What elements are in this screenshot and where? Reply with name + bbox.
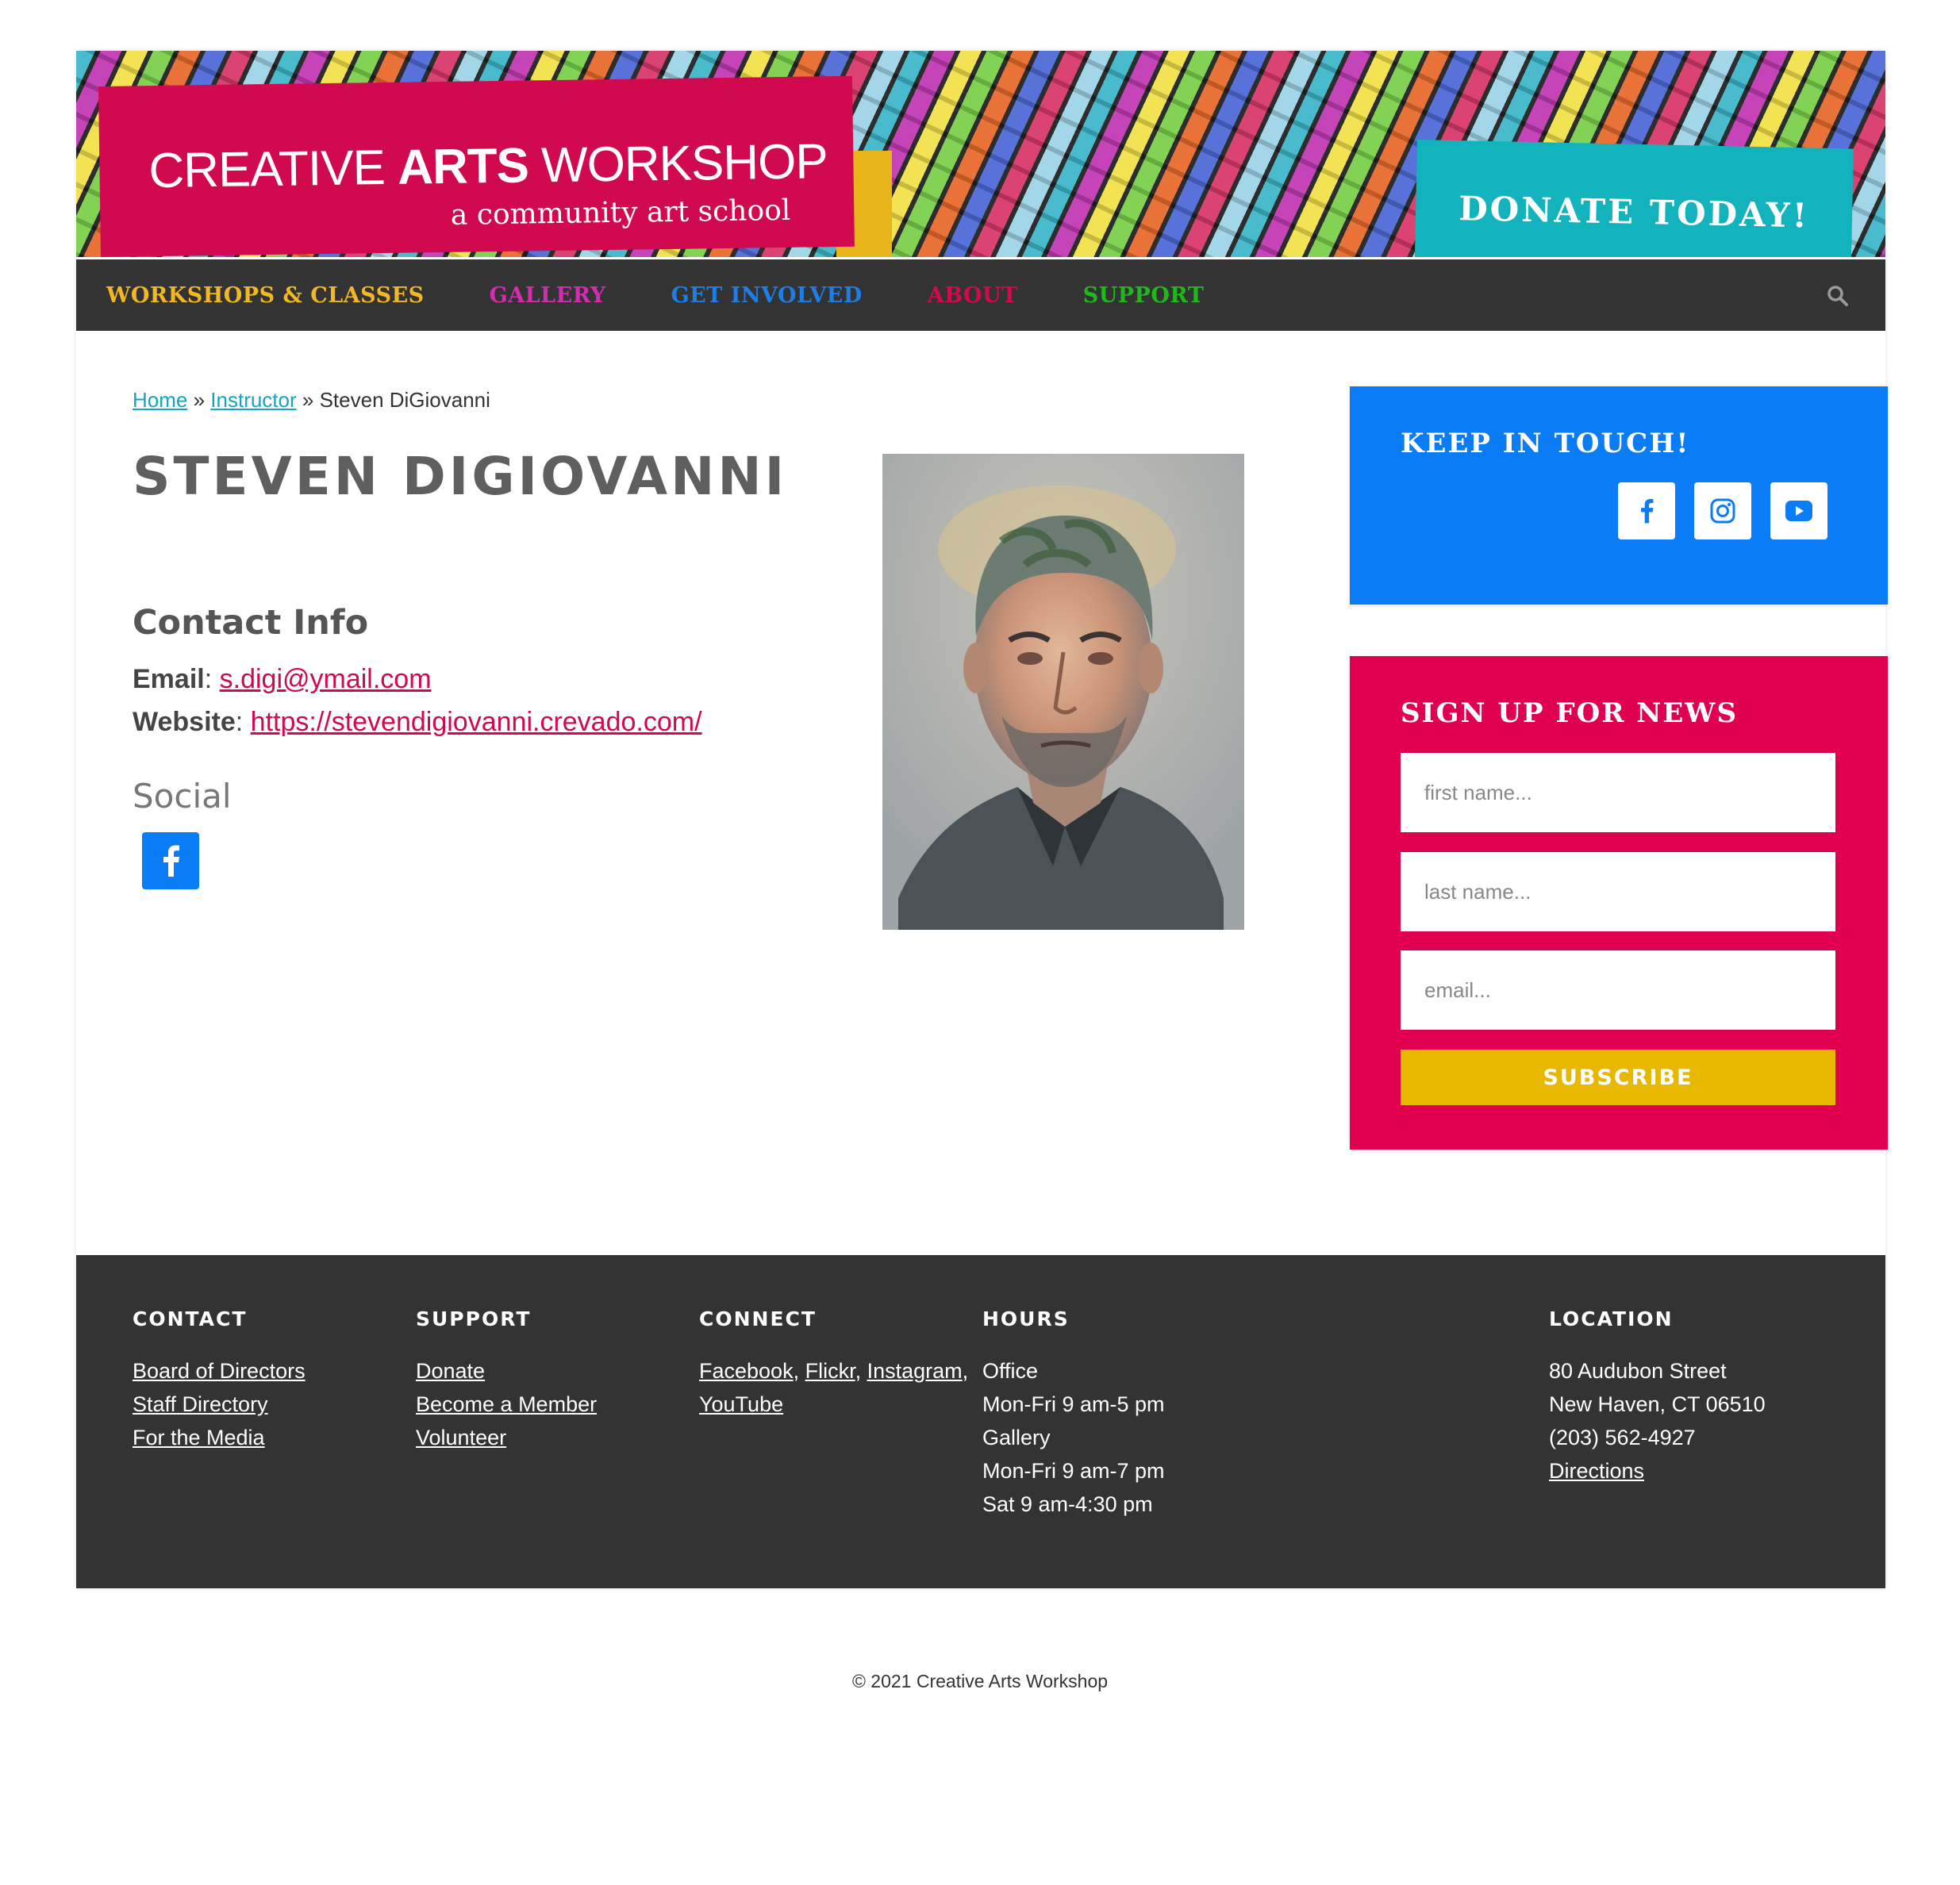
breadcrumb-home[interactable]: Home	[133, 388, 187, 412]
footer-contact-heading: CONTACT	[133, 1307, 248, 1330]
main-nav: WORKSHOPS & CLASSES GALLERY GET INVOLVED…	[76, 257, 1885, 331]
footer-hours-column: HOURS Office Mon-Fri 9 am-5 pm Gallery M…	[982, 1307, 1165, 1521]
keep-in-touch-widget: KEEP IN TOUCH!	[1350, 386, 1888, 605]
facebook-icon	[1641, 499, 1654, 524]
copyright-text: © 2021 Creative Arts Workshop	[851, 1671, 1109, 1691]
breadcrumb: Home » Instructor » Steven DiGiovanni	[133, 388, 490, 413]
sidebar-youtube-button[interactable]	[1770, 482, 1827, 539]
footer-link-facebook[interactable]: Facebook	[699, 1359, 794, 1383]
breadcrumb-instructor[interactable]: Instructor	[210, 388, 296, 412]
page-container: CREATIVE ARTS WORKSHOP a community art s…	[76, 51, 1888, 1588]
instagram-icon	[1710, 498, 1735, 524]
address-line: 80 Audubon Street	[1549, 1359, 1727, 1383]
hours-line: Office	[982, 1359, 1039, 1383]
main-content: Home » Instructor » Steven DiGiovanni ST…	[76, 331, 1888, 1255]
footer-support-column: SUPPORT Donate Become a Member Volunteer	[416, 1307, 597, 1454]
logo-subtitle: a community art school	[450, 194, 791, 232]
donate-today-button[interactable]: DONATE TODAY!	[1414, 140, 1854, 257]
instructor-portrait	[882, 454, 1244, 930]
footer-link-staff[interactable]: Staff Directory	[133, 1392, 268, 1416]
nav-support[interactable]: SUPPORT	[1083, 283, 1205, 308]
website-link[interactable]: https://stevendigiovanni.crevado.com/	[251, 707, 702, 737]
email-row: Email: s.digi@ymail.com	[133, 664, 432, 694]
footer-support-heading: SUPPORT	[416, 1307, 532, 1330]
newsletter-signup-widget: SIGN UP FOR NEWS SUBSCRIBE	[1350, 656, 1888, 1150]
sidebar-instagram-button[interactable]	[1694, 482, 1751, 539]
email-field[interactable]	[1401, 950, 1835, 1030]
footer-link-media[interactable]: For the Media	[133, 1426, 265, 1449]
keep-in-touch-title: KEEP IN TOUCH!	[1401, 428, 1690, 459]
header-banner: CREATIVE ARTS WORKSHOP a community art s…	[76, 51, 1885, 257]
profile-facebook-button[interactable]	[142, 832, 199, 889]
footer-contact-column: CONTACT Board of Directors Staff Directo…	[133, 1307, 306, 1454]
page-title: STEVEN DIGIOVANNI	[133, 446, 788, 507]
footer-link-directions[interactable]: Directions	[1549, 1459, 1644, 1483]
footer-link-board[interactable]: Board of Directors	[133, 1359, 306, 1383]
nav-gallery[interactable]: GALLERY	[490, 283, 606, 308]
hours-line: Mon-Fri 9 am-7 pm	[982, 1459, 1165, 1483]
footer-location-column: LOCATION 80 Audubon Street New Haven, CT…	[1549, 1307, 1766, 1488]
first-name-field[interactable]	[1401, 753, 1835, 832]
breadcrumb-separator: »	[187, 388, 211, 412]
footer-connect-column: CONNECT Facebook, Flickr, Instagram, You…	[699, 1307, 969, 1416]
contact-info-heading: Contact Info	[133, 603, 369, 643]
footer-link-member[interactable]: Become a Member	[416, 1392, 597, 1416]
sidebar-facebook-button[interactable]	[1618, 482, 1675, 539]
subscribe-button[interactable]: SUBSCRIBE	[1401, 1050, 1835, 1105]
footer-link-flickr[interactable]: Flickr	[805, 1359, 855, 1383]
website-label: Website	[133, 707, 236, 737]
social-heading: Social	[133, 777, 232, 816]
nav-get-involved[interactable]: GET INVOLVED	[671, 283, 863, 308]
website-row: Website: https://stevendigiovanni.crevad…	[133, 707, 702, 737]
hours-line: Mon-Fri 9 am-5 pm	[982, 1392, 1165, 1416]
footer-connect-heading: CONNECT	[699, 1307, 817, 1330]
portrait-drawing	[882, 454, 1244, 930]
youtube-icon	[1785, 501, 1812, 521]
address-line: New Haven, CT 06510	[1549, 1392, 1766, 1416]
hours-line: Sat 9 am-4:30 pm	[982, 1492, 1153, 1516]
hours-line: Gallery	[982, 1426, 1051, 1449]
last-name-field[interactable]	[1401, 852, 1835, 931]
search-icon[interactable]	[1827, 285, 1849, 307]
footer-link-youtube[interactable]: YouTube	[699, 1392, 783, 1416]
email-label: Email	[133, 664, 205, 694]
facebook-icon	[163, 845, 179, 877]
donate-label: DONATE TODAY!	[1458, 188, 1810, 235]
breadcrumb-current: Steven DiGiovanni	[319, 388, 490, 412]
nav-about[interactable]: ABOUT	[928, 283, 1018, 308]
footer-link-volunteer[interactable]: Volunteer	[416, 1426, 506, 1449]
footer-link-donate[interactable]: Donate	[416, 1359, 485, 1383]
logo-title: CREATIVE ARTS WORKSHOP	[148, 134, 828, 199]
site-footer: CONTACT Board of Directors Staff Directo…	[76, 1255, 1885, 1588]
site-logo[interactable]: CREATIVE ARTS WORKSHOP a community art s…	[98, 75, 855, 257]
signup-title: SIGN UP FOR NEWS	[1401, 697, 1739, 729]
email-link[interactable]: s.digi@ymail.com	[220, 664, 432, 694]
nav-workshops-classes[interactable]: WORKSHOPS & CLASSES	[106, 283, 425, 308]
footer-link-instagram[interactable]: Instagram	[867, 1359, 963, 1383]
breadcrumb-separator: »	[296, 388, 320, 412]
footer-location-heading: LOCATION	[1549, 1307, 1674, 1330]
phone-number: (203) 562-4927	[1549, 1426, 1696, 1449]
footer-hours-heading: HOURS	[982, 1307, 1070, 1330]
